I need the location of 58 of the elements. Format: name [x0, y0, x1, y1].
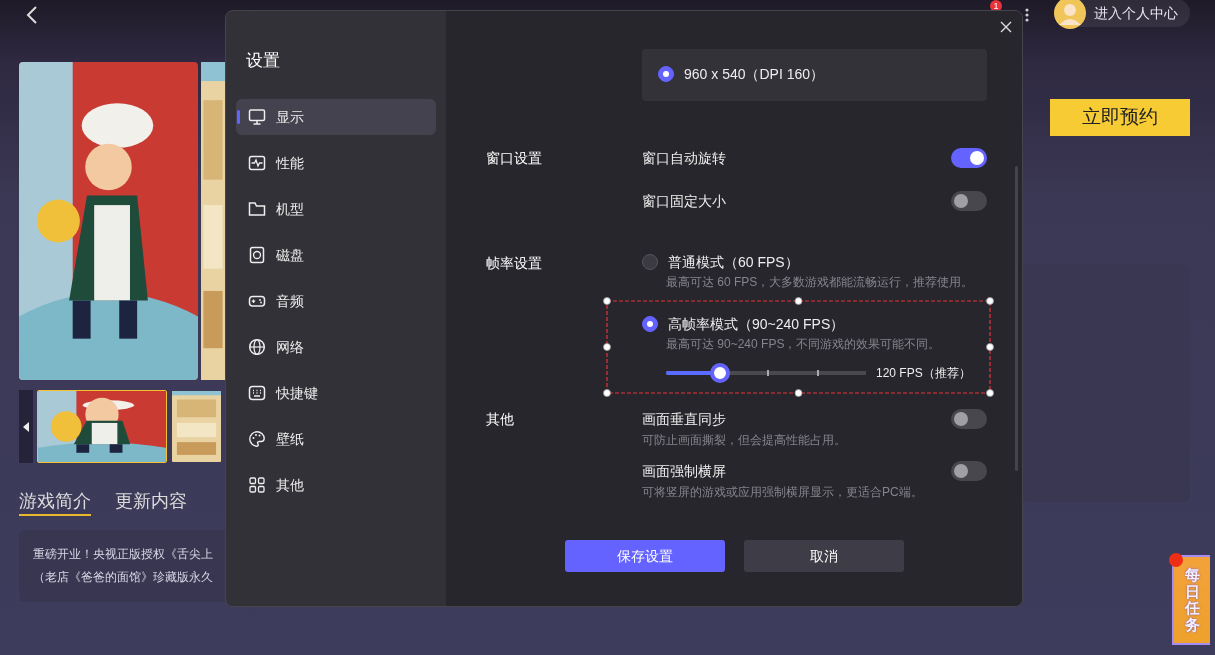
- radio-option[interactable]: 960 x 540（DPI 160）: [658, 63, 825, 85]
- setting-label: 窗口固定大小: [642, 191, 726, 211]
- more-icon[interactable]: [1025, 8, 1029, 22]
- description-text: （老店《爸爸的面馆》珍藏版永久: [33, 569, 214, 586]
- close-icon: [1000, 21, 1012, 33]
- cancel-button[interactable]: 取消: [743, 540, 904, 572]
- avatar-icon: [1054, 0, 1086, 29]
- nav-item[interactable]: 网络: [236, 329, 436, 365]
- nav-item[interactable]: 音频: [236, 283, 436, 319]
- reserve-button[interactable]: 立即预约: [1050, 99, 1190, 136]
- section-label: 帧率设置: [486, 254, 543, 273]
- radio-option[interactable]: 普通模式（60 FPS）: [642, 251, 799, 273]
- toggle-switch[interactable]: [951, 409, 987, 429]
- globe-icon: [248, 338, 266, 356]
- section-label: 其他: [486, 410, 515, 429]
- tab[interactable]: 游戏简介: [19, 488, 91, 516]
- profile-button[interactable]: 进入个人中心: [1054, 0, 1190, 27]
- nav-item[interactable]: 其他: [236, 467, 436, 503]
- setting-label: 画面强制横屏: [642, 461, 726, 481]
- setting-description: 最高可达 60 FPS，大多数游戏都能流畅运行，推荐使用。: [665, 274, 975, 291]
- tab[interactable]: 更新内容: [115, 488, 187, 516]
- slider-tick: [817, 370, 819, 376]
- left-arrow-icon: [23, 421, 29, 432]
- scrollbar[interactable]: [1015, 166, 1018, 471]
- slider-tick: [767, 370, 769, 376]
- back-icon[interactable]: [26, 5, 38, 25]
- slider-reading: 120 FPS（推荐）: [876, 365, 971, 382]
- radio-option[interactable]: 高帧率模式（90~240 FPS）: [642, 313, 845, 335]
- toggle-switch[interactable]: [951, 191, 987, 211]
- pulse-icon: [248, 154, 266, 172]
- nav-item[interactable]: 快捷键: [236, 375, 436, 411]
- description-text: 重磅开业！央视正版授权《舌尖上: [33, 546, 214, 563]
- grid-icon: [248, 476, 266, 494]
- section-label: 窗口设置: [486, 149, 543, 168]
- setting-description: 可将竖屏的游戏或应用强制横屏显示，更适合PC端。: [642, 484, 924, 501]
- palette-icon: [248, 430, 266, 448]
- thumbnail[interactable]: [171, 390, 222, 463]
- thumbnail[interactable]: [37, 390, 167, 463]
- folder-icon: [248, 200, 266, 218]
- nav-item[interactable]: 性能: [236, 145, 436, 181]
- setting-description: 最高可达 90~240 FPS，不同游戏的效果可能不同。: [665, 336, 942, 353]
- toggle-switch[interactable]: [951, 148, 987, 168]
- nav-item[interactable]: 显示: [236, 99, 436, 135]
- toggle-switch[interactable]: [951, 461, 987, 481]
- alert-dot-icon: [1169, 553, 1183, 567]
- monitor-icon: [248, 108, 266, 126]
- nav-item[interactable]: 机型: [236, 191, 436, 227]
- nav-item[interactable]: 壁纸: [236, 421, 436, 457]
- keyboard-icon: [248, 384, 266, 402]
- setting-description: 可防止画面撕裂，但会提高性能占用。: [642, 432, 847, 449]
- slider-thumb[interactable]: [710, 363, 730, 383]
- save-button[interactable]: 保存设置: [564, 540, 725, 572]
- setting-label: 画面垂直同步: [642, 409, 726, 429]
- close-button[interactable]: [998, 19, 1014, 35]
- nav-item[interactable]: 磁盘: [236, 237, 436, 273]
- dialog-title: 设置: [246, 51, 281, 71]
- thumbnail-scroll-button[interactable]: [19, 390, 33, 463]
- setting-label: 窗口自动旋转: [642, 148, 726, 168]
